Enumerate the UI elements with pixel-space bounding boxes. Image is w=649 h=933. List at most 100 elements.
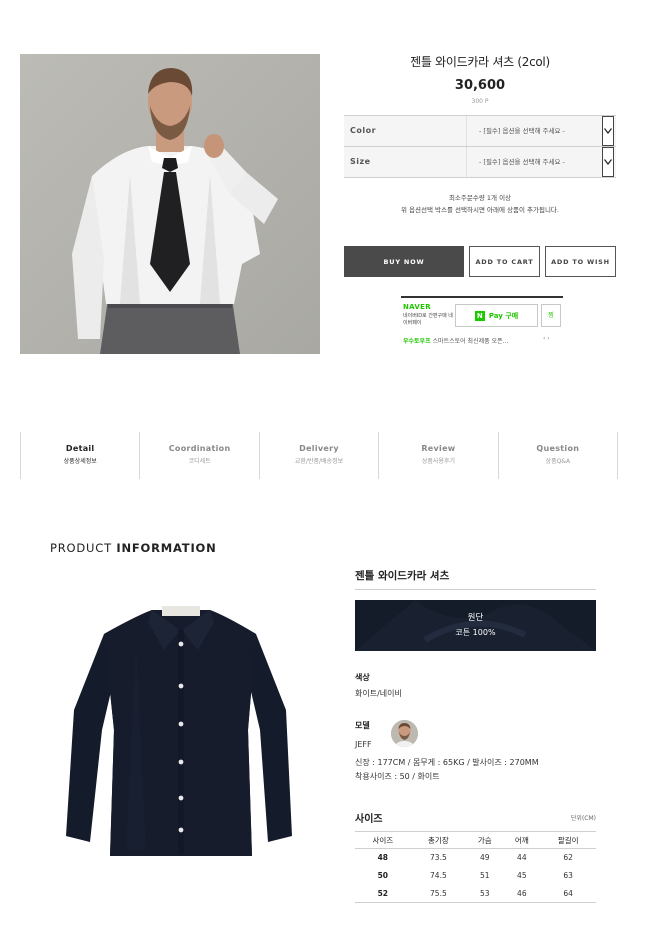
size-cell: 53 bbox=[466, 884, 504, 903]
size-cell: 64 bbox=[540, 884, 596, 903]
shirt-illustration bbox=[66, 606, 292, 856]
tab-detail[interactable]: Detail 상품상세정보 bbox=[21, 432, 141, 479]
size-cell: 46 bbox=[503, 884, 541, 903]
naver-logo: NAVER bbox=[403, 303, 431, 311]
naverpay-buy-button[interactable]: N Pay 구매 bbox=[455, 304, 538, 327]
tab-review[interactable]: Review 상품사용후기 bbox=[379, 432, 499, 479]
promo-text: 스마트스토어 최신제품 오픈... bbox=[432, 338, 509, 345]
option-table: Color - [필수] 옵션을 선택해 주세요 - Size - [필수] 옵… bbox=[344, 115, 616, 178]
tab-detail-label: Detail bbox=[65, 444, 95, 453]
option-guide-note: 위 옵션선택 박스를 선택하시면 아래에 상품이 추가됩니다. bbox=[401, 206, 559, 214]
promo-store-name: 우수토우프 bbox=[403, 338, 431, 345]
option-label-color: Color bbox=[350, 126, 377, 135]
naver-n-icon: N bbox=[474, 310, 485, 321]
naverpay-promo[interactable]: 우수토우프 스마트스토어 최신제품 오픈... bbox=[403, 336, 508, 345]
naverpay-widget: NAVER 네이버ID로 간편구매 네이버페이 N Pay 구매 찜 우수토우프… bbox=[401, 296, 563, 351]
size-select[interactable]: - [필수] 옵션을 선택해 주세요 - bbox=[466, 147, 614, 177]
tab-detail-sublabel: 상품상세정보 bbox=[63, 458, 97, 465]
model-body: 신장 : 177CM / 몸무게 : 65KG / 발사이즈 : 270MM bbox=[355, 758, 539, 767]
size-header-cell: 사이즈 bbox=[355, 831, 411, 849]
naverpay-buy-label: Pay 구매 bbox=[488, 311, 519, 320]
heading-light: PRODUCT bbox=[50, 541, 117, 555]
tab-delivery-label: Delivery bbox=[299, 444, 339, 453]
size-info: 사이즈 단위(CM) 사이즈 총기장 가슴 어깨 팔길이 48 73.5 49 … bbox=[355, 810, 596, 903]
action-buttons: BUY NOW ADD TO CART ADD TO WISH bbox=[344, 246, 616, 277]
model-info: 모델 JEFF 신장 : 177CM / 몸무게 : 65KG / 발사이즈 :… bbox=[355, 720, 596, 781]
size-header-cell: 팔길이 bbox=[540, 831, 596, 849]
add-to-cart-button[interactable]: ADD TO CART bbox=[469, 246, 540, 277]
size-cell: 63 bbox=[563, 871, 573, 880]
product-point: 300 P bbox=[471, 98, 489, 105]
model-wear-size: 착용사이즈 : 50 / 화이트 bbox=[355, 772, 440, 781]
size-select-value: - [필수] 옵션을 선택해 주세요 - bbox=[479, 158, 565, 166]
tab-coordination[interactable]: Coordination 코디세트 bbox=[140, 432, 260, 479]
size-cell: 48 bbox=[377, 853, 389, 863]
spec-title: 젠틀 와이드카라 셔츠 bbox=[355, 568, 596, 590]
size-cell: 49 bbox=[479, 853, 490, 863]
tab-delivery-sublabel: 교환/반품/배송정보 bbox=[294, 458, 344, 465]
naverpay-description: 네이버ID로 간편구매 네이버페이 bbox=[403, 313, 453, 326]
size-table: 사이즈 총기장 가슴 어깨 팔길이 48 73.5 49 44 62 50 74 bbox=[355, 831, 596, 903]
product-main-photo bbox=[20, 54, 320, 354]
size-cell: 45 bbox=[517, 871, 527, 880]
detail-tabs: Detail 상품상세정보 Coordination 코디세트 Delivery… bbox=[20, 432, 619, 479]
tab-question[interactable]: Question 상품Q&A bbox=[499, 432, 619, 479]
buy-now-button[interactable]: BUY NOW bbox=[344, 246, 464, 277]
option-label-size: Size bbox=[350, 157, 371, 166]
size-cell: 73.5 bbox=[430, 853, 447, 863]
size-cell: 62 bbox=[563, 853, 573, 863]
color-label: 색상 bbox=[355, 673, 370, 682]
tab-question-label: Question bbox=[536, 444, 580, 453]
tab-delivery[interactable]: Delivery 교환/반품/배송정보 bbox=[260, 432, 380, 479]
size-cell: 52 bbox=[355, 884, 411, 903]
naverpay-box: NAVER 네이버ID로 간편구매 네이버페이 N Pay 구매 찜 bbox=[401, 296, 563, 330]
model-name: JEFF bbox=[355, 740, 372, 749]
avatar bbox=[391, 720, 418, 747]
tab-question-sublabel: 상품Q&A bbox=[545, 458, 571, 465]
color-info: 색상 화이트/네이비 bbox=[355, 672, 402, 699]
tab-review-sublabel: 상품사용후기 bbox=[421, 458, 455, 465]
product-information-heading: PRODUCT INFORMATION bbox=[50, 541, 217, 555]
table-row: 48 73.5 49 44 62 bbox=[355, 849, 596, 867]
option-row-color: Color - [필수] 옵션을 선택해 주세요 - bbox=[344, 116, 616, 147]
min-qty-note: 최소주문수량 1개 이상 bbox=[448, 194, 512, 202]
option-notes: 최소주문수량 1개 이상 위 옵션선택 박스를 선택하시면 아래에 상품이 추가… bbox=[344, 192, 616, 216]
color-value: 화이트/네이비 bbox=[355, 689, 402, 698]
size-header-cell: 총기장 bbox=[410, 831, 467, 849]
tab-coordination-sublabel: 코디세트 bbox=[188, 458, 211, 465]
product-spec: 젠틀 와이드카라 셔츠 원단 코튼 100% 색상 화이트/네이비 모델 JEF… bbox=[355, 568, 596, 903]
chevron-down-icon[interactable] bbox=[602, 116, 614, 146]
color-select-value: - [필수] 옵션을 선택해 주세요 - bbox=[479, 127, 565, 135]
size-header-cell: 어깨 bbox=[503, 831, 541, 849]
option-row-size: Size - [필수] 옵션을 선택해 주세요 - bbox=[344, 147, 616, 178]
tab-coordination-label: Coordination bbox=[168, 444, 231, 453]
model-photo-illustration bbox=[20, 54, 320, 354]
size-table-header: 사이즈 총기장 가슴 어깨 팔길이 bbox=[355, 831, 596, 849]
fabric-texture bbox=[355, 600, 596, 651]
product-price: 30,600 bbox=[454, 78, 506, 93]
size-cell: 75.5 bbox=[410, 884, 467, 903]
product-title: 젠틀 와이드카라 셔츠 (2col) bbox=[410, 55, 550, 69]
size-title: 사이즈 bbox=[355, 814, 383, 825]
fabric-label: 원단 bbox=[467, 613, 484, 623]
tab-review-label: Review bbox=[421, 444, 456, 453]
heading-bold: INFORMATION bbox=[116, 541, 217, 555]
table-row: 52 75.5 53 46 64 bbox=[355, 884, 596, 903]
navy-shirt-image bbox=[56, 600, 306, 860]
color-select[interactable]: - [필수] 옵션을 선택해 주세요 - bbox=[466, 116, 614, 146]
fabric-banner: 원단 코튼 100% bbox=[355, 600, 596, 651]
naverpay-zzim-button[interactable]: 찜 bbox=[541, 304, 561, 327]
size-cell: 51 bbox=[479, 871, 490, 880]
promo-nav-arrows-icon[interactable]: ‹ › bbox=[543, 335, 550, 342]
table-row: 50 74.5 51 45 63 bbox=[355, 867, 596, 885]
size-unit: 단위(CM) bbox=[570, 815, 596, 822]
size-cell: 74.5 bbox=[430, 871, 447, 880]
add-to-wish-button[interactable]: ADD TO WISH bbox=[545, 246, 616, 277]
product-summary: 젠틀 와이드카라 셔츠 (2col) 30,600 300 P Color - … bbox=[344, 54, 616, 277]
fabric-value: 코튼 100% bbox=[455, 628, 496, 637]
chevron-down-icon[interactable] bbox=[602, 147, 614, 177]
size-cell: 50 bbox=[377, 871, 389, 880]
size-header-cell: 가슴 bbox=[466, 831, 504, 849]
model-measurements: 신장 : 177CM / 몸무게 : 65KG / 발사이즈 : 270MM 착… bbox=[355, 756, 539, 784]
size-cell: 44 bbox=[517, 853, 527, 863]
